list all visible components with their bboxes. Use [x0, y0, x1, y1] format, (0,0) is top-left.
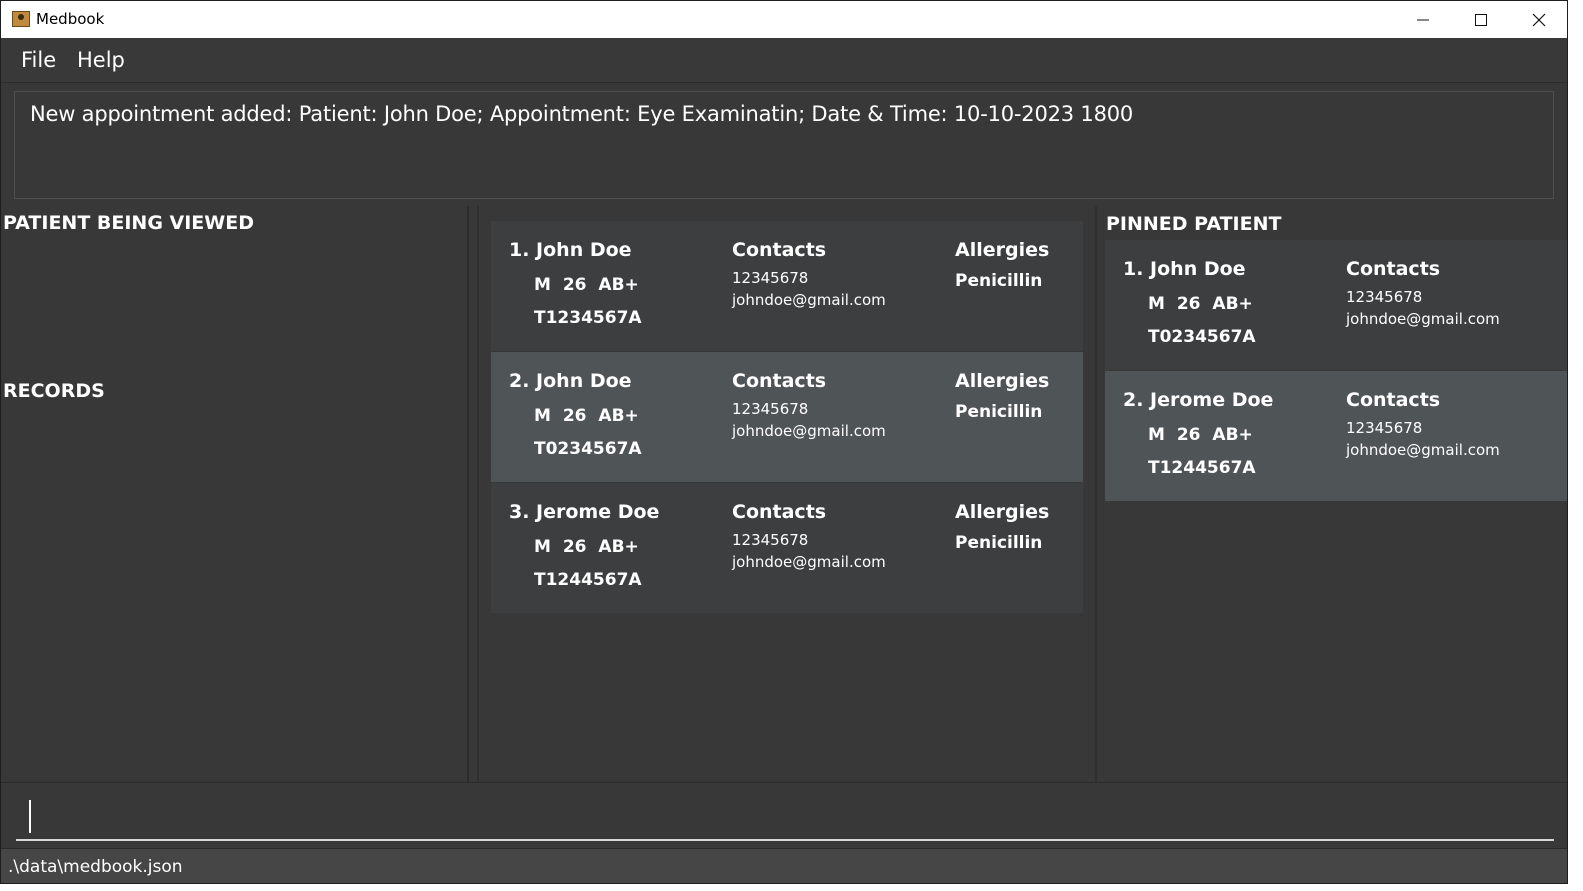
patient-name: 3. Jerome Doe — [509, 501, 660, 523]
patient-phone: 12345678 — [732, 531, 809, 549]
command-box-area — [1, 782, 1567, 849]
window-title: Medbook — [36, 10, 105, 28]
command-input[interactable] — [16, 793, 1554, 841]
patient-meta: M 26 AB+ — [534, 537, 639, 557]
maximize-icon — [1475, 13, 1487, 26]
patient-nric: T1244567A — [534, 570, 642, 590]
patient-email: johndoe@gmail.com — [732, 291, 886, 309]
patient-nric: T0234567A — [534, 439, 642, 459]
pinned-patient-nric: T0234567A — [1148, 327, 1256, 347]
pinned-patient-heading: PINNED PATIENT — [1106, 213, 1282, 235]
pinned-patient-phone: 12345678 — [1346, 419, 1423, 437]
patient-meta: M 26 AB+ — [534, 406, 639, 426]
pinned-patient-meta: M 26 AB+ — [1148, 425, 1253, 445]
contacts-heading: Contacts — [732, 370, 827, 392]
patient-phone: 12345678 — [732, 400, 809, 418]
pinned-patient-email: johndoe@gmail.com — [1346, 310, 1500, 328]
pinned-patient-name: 2. Jerome Doe — [1123, 389, 1274, 411]
title-bar: Medbook — [1, 1, 1567, 38]
records-heading: RECORDS — [3, 380, 105, 402]
pinned-patient-nric: T1244567A — [1148, 458, 1256, 478]
patient-phone: 12345678 — [732, 269, 809, 287]
pinned-contacts-heading: Contacts — [1346, 258, 1441, 280]
close-button[interactable] — [1510, 1, 1567, 38]
patient-email: johndoe@gmail.com — [732, 553, 886, 571]
patient-nric: T1234567A — [534, 308, 642, 328]
panel-divider[interactable] — [467, 206, 469, 782]
result-message: New appointment added: Patient: John Doe… — [30, 102, 1134, 126]
patient-allergy: Penicillin — [955, 533, 1043, 553]
patient-name: 1. John Doe — [509, 239, 632, 261]
allergies-heading: Allergies — [955, 370, 1050, 392]
pinned-patient-card-selected[interactable]: 2. Jerome Doe M 26 AB+ T1244567A Contact… — [1105, 371, 1567, 501]
app-window: Medbook File Help New appointment added:… — [0, 0, 1568, 884]
menu-file[interactable]: File — [21, 48, 56, 72]
patient-list-panel: 1. John Doe M 26 AB+ T1234567A Contacts … — [477, 206, 1097, 782]
contacts-heading: Contacts — [732, 239, 827, 261]
pinned-patient-name: 1. John Doe — [1123, 258, 1246, 280]
patient-card[interactable]: 1. John Doe M 26 AB+ T1234567A Contacts … — [491, 221, 1083, 351]
patient-name: 2. John Doe — [509, 370, 632, 392]
allergies-heading: Allergies — [955, 239, 1050, 261]
result-display[interactable]: New appointment added: Patient: John Doe… — [14, 91, 1554, 199]
pinned-patient-email: johndoe@gmail.com — [1346, 441, 1500, 459]
app-icon — [12, 11, 30, 27]
pinned-patient-panel: 1. John Doe M 26 AB+ T0234567A Contacts … — [1097, 206, 1567, 782]
allergies-heading: Allergies — [955, 501, 1050, 523]
pinned-contacts-heading: Contacts — [1346, 389, 1441, 411]
text-caret — [29, 800, 31, 833]
menu-bar: File Help — [1, 38, 1567, 82]
minimize-button[interactable] — [1394, 1, 1452, 38]
patient-allergy: Penicillin — [955, 271, 1043, 291]
close-icon — [1532, 13, 1546, 26]
patient-card-selected[interactable]: 2. John Doe M 26 AB+ T0234567A Contacts … — [491, 352, 1083, 482]
patient-being-viewed-heading: PATIENT BEING VIEWED — [3, 212, 254, 234]
minimize-icon — [1417, 19, 1429, 20]
pinned-patient-card[interactable]: 1. John Doe M 26 AB+ T0234567A Contacts … — [1105, 240, 1567, 370]
menu-help[interactable]: Help — [77, 48, 125, 72]
patient-meta: M 26 AB+ — [534, 275, 639, 295]
contacts-heading: Contacts — [732, 501, 827, 523]
patient-card[interactable]: 3. Jerome Doe M 26 AB+ T1244567A Contact… — [491, 483, 1083, 613]
pinned-patient-phone: 12345678 — [1346, 288, 1423, 306]
pinned-patient-meta: M 26 AB+ — [1148, 294, 1253, 314]
save-file-path: .\data\medbook.json — [8, 857, 183, 877]
patient-email: johndoe@gmail.com — [732, 422, 886, 440]
patient-detail-panel — [1, 206, 467, 782]
status-bar: .\data\medbook.json — [1, 848, 1567, 883]
result-display-area: New appointment added: Patient: John Doe… — [1, 82, 1567, 207]
maximize-button[interactable] — [1452, 1, 1510, 38]
patient-allergy: Penicillin — [955, 402, 1043, 422]
